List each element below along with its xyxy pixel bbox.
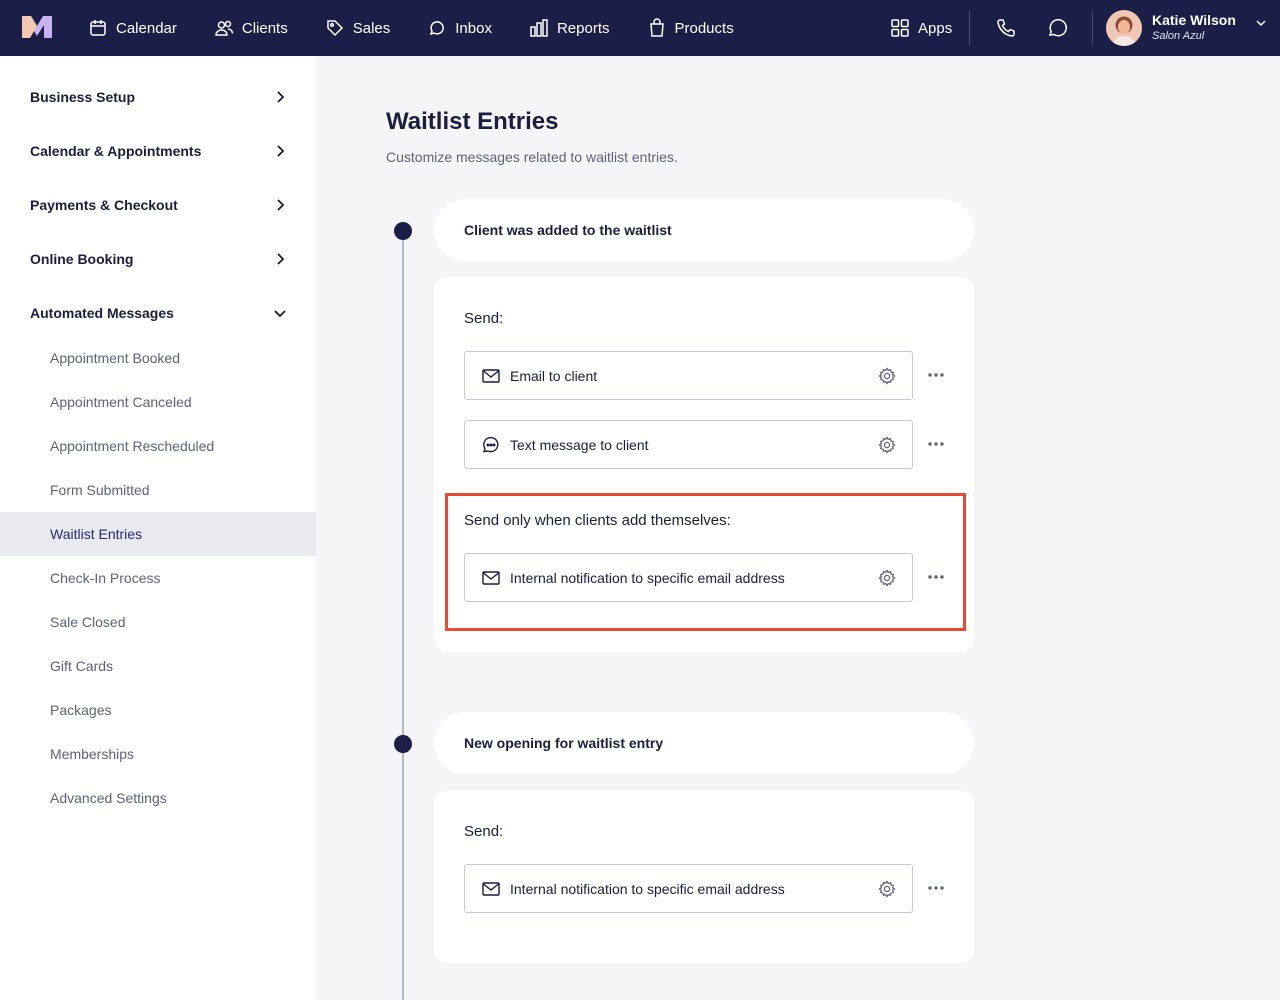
mail-icon	[482, 368, 500, 383]
nav-inbox[interactable]: Inbox	[427, 0, 492, 56]
nav-reports-label: Reports	[556, 19, 610, 37]
nav-products-label: Products	[674, 19, 734, 37]
sidebar-item-appointment-booked[interactable]: Appointment Booked	[0, 336, 316, 380]
sidebar-section-business-setup[interactable]: Business Setup	[0, 70, 316, 124]
brand-logo-icon[interactable]	[22, 16, 52, 38]
nav-divider	[969, 11, 970, 45]
nav-clients-label: Clients	[241, 19, 288, 37]
highlight-box	[445, 493, 966, 631]
shopping-bag-icon	[649, 18, 664, 37]
nav-calendar[interactable]: Calendar	[88, 0, 177, 56]
message-label: Text message to client	[510, 436, 649, 453]
tag-icon	[326, 20, 343, 37]
user-info: Katie Wilson Salon Azul	[1152, 12, 1236, 44]
more-options-icon[interactable]	[926, 365, 946, 385]
message-row-text-to-client[interactable]: Text message to client	[464, 420, 913, 469]
chevron-right-icon	[277, 91, 285, 103]
top-nav-bar: Calendar Clients Sales Inbox Reports Pro…	[0, 0, 1280, 56]
message-row-email-to-client[interactable]: Email to client	[464, 351, 913, 400]
event-header-new-opening: New opening for waitlist entry	[434, 712, 974, 774]
message-label: Internal notification to specific email …	[510, 880, 785, 897]
gear-icon[interactable]	[877, 435, 897, 455]
gear-icon[interactable]	[877, 879, 897, 899]
sidebar-item-appointment-canceled[interactable]: Appointment Canceled	[0, 380, 316, 424]
sidebar-section-calendar-appointments[interactable]: Calendar & Appointments	[0, 124, 316, 178]
sidebar-item-sale-closed[interactable]: Sale Closed	[0, 600, 316, 644]
chevron-right-icon	[277, 145, 285, 157]
sidebar-section-label: Payments & Checkout	[30, 197, 178, 213]
avatar	[1106, 10, 1142, 46]
send-label: Send:	[464, 310, 504, 327]
timeline-dot	[394, 222, 412, 240]
sidebar-section-label: Calendar & Appointments	[30, 143, 202, 159]
more-options-icon[interactable]	[926, 878, 946, 898]
chevron-right-icon	[277, 253, 285, 265]
chevron-down-icon	[274, 310, 286, 318]
sidebar-section-automated-messages[interactable]: Automated Messages	[0, 286, 316, 340]
nav-divider	[1092, 11, 1093, 45]
nav-sales-label: Sales	[352, 19, 391, 37]
nav-reports[interactable]: Reports	[529, 0, 610, 56]
apps-label: Apps	[918, 19, 953, 37]
nav-sales[interactable]: Sales	[325, 0, 391, 56]
sidebar-item-appointment-rescheduled[interactable]: Appointment Rescheduled	[0, 424, 316, 468]
phone-icon[interactable]	[995, 17, 1017, 39]
nav-inbox-label: Inbox	[455, 19, 492, 37]
grid-icon	[891, 19, 909, 37]
nav-calendar-label: Calendar	[116, 19, 177, 37]
mail-icon	[482, 881, 500, 896]
sidebar-section-label: Automated Messages	[30, 305, 174, 321]
bar-chart-icon	[530, 19, 548, 37]
sidebar-item-check-in-process[interactable]: Check-In Process	[0, 556, 316, 600]
sidebar-section-payments-checkout[interactable]: Payments & Checkout	[0, 178, 316, 232]
chevron-down-icon	[1256, 20, 1266, 27]
more-options-icon[interactable]	[926, 434, 946, 454]
sidebar-item-form-submitted[interactable]: Form Submitted	[0, 468, 316, 512]
main-nav: Calendar Clients Sales Inbox Reports Pro…	[88, 0, 771, 56]
nav-products[interactable]: Products	[647, 0, 734, 56]
settings-sidebar: Business Setup Calendar & Appointments P…	[0, 56, 316, 1000]
gear-icon[interactable]	[877, 366, 897, 386]
user-name: Katie Wilson	[1152, 12, 1236, 28]
timeline-line	[402, 230, 404, 1000]
message-row-internal-notification[interactable]: Internal notification to specific email …	[464, 864, 913, 913]
chevron-right-icon	[277, 199, 285, 211]
timeline-dot	[394, 735, 412, 753]
sidebar-item-waitlist-entries[interactable]: Waitlist Entries	[0, 512, 316, 556]
sidebar-item-packages[interactable]: Packages	[0, 688, 316, 732]
chat-bubble-icon	[482, 436, 499, 452]
calendar-icon	[90, 20, 106, 36]
sidebar-item-advanced-settings[interactable]: Advanced Settings	[0, 776, 316, 820]
user-menu[interactable]: Katie Wilson Salon Azul	[1106, 10, 1268, 46]
sidebar-section-label: Business Setup	[30, 89, 136, 105]
chat-icon[interactable]	[1046, 17, 1068, 39]
page-subtitle: Customize messages related to waitlist e…	[386, 149, 678, 165]
message-label: Email to client	[510, 367, 598, 384]
sidebar-item-memberships[interactable]: Memberships	[0, 732, 316, 776]
sidebar-item-gift-cards[interactable]: Gift Cards	[0, 644, 316, 688]
clients-icon	[215, 20, 234, 36]
event-header-client-added: Client was added to the waitlist	[434, 199, 974, 261]
apps-menu[interactable]: Apps	[890, 0, 952, 56]
nav-clients[interactable]: Clients	[214, 0, 288, 56]
send-label: Send:	[464, 823, 504, 840]
user-business: Salon Azul	[1152, 30, 1205, 42]
page-title: Waitlist Entries	[386, 108, 559, 135]
inbox-icon	[430, 21, 445, 36]
sidebar-section-online-booking[interactable]: Online Booking	[0, 232, 316, 286]
sidebar-section-label: Online Booking	[30, 251, 134, 267]
